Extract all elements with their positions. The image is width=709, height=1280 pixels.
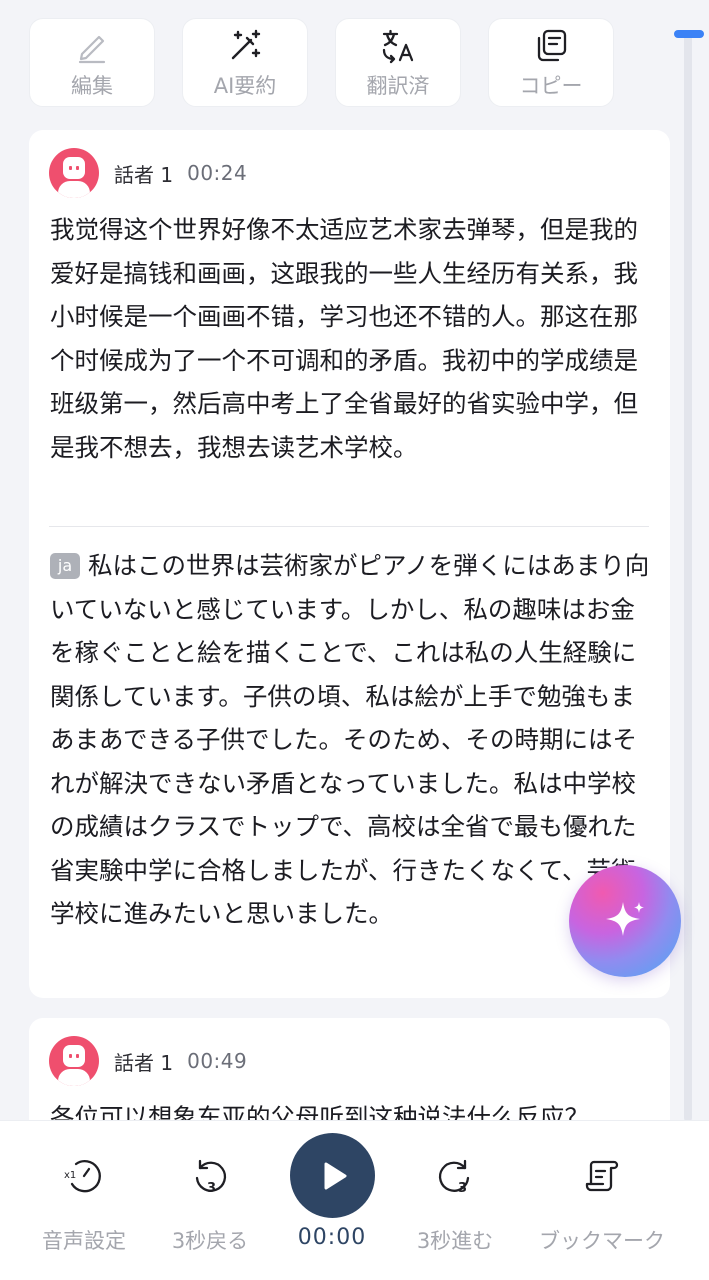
- bookmark-scroll-icon: [585, 1160, 619, 1192]
- svg-text:x1: x1: [64, 1170, 76, 1181]
- translate-icon: [382, 29, 414, 63]
- avatar: [49, 148, 99, 198]
- ai-assistant-button[interactable]: [569, 865, 681, 977]
- rewind-3s-label: 3秒戻る: [171, 1229, 249, 1253]
- rewind-3s-icon: 3: [195, 1159, 227, 1196]
- scrollbar-track[interactable]: [684, 32, 692, 1122]
- sparkle-icon: [606, 902, 644, 936]
- play-icon: [324, 1162, 346, 1189]
- copy-label: コピー: [519, 73, 583, 98]
- playback-speed-icon: x1: [64, 1160, 101, 1193]
- segment-timestamp[interactable]: 00:49: [187, 1049, 247, 1073]
- translation-text: 私はこの世界は芸術家がピアノを弾くにはあまり向いていないと感じています。しかし、…: [50, 551, 650, 928]
- segment-timestamp[interactable]: 00:24: [187, 161, 247, 185]
- playback-time: 00:00: [297, 1225, 367, 1250]
- transcript-segment[interactable]: 話者 1 00:24 我觉得这个世界好像不太适应艺术家去弹琴，但是我的爱好是搞钱…: [29, 130, 670, 998]
- avatar: [49, 1036, 99, 1086]
- edit-label: 編集: [71, 73, 113, 98]
- language-tag: ja: [50, 553, 80, 579]
- bookmark-button[interactable]: [582, 1156, 622, 1196]
- speaker-row: 話者 1 00:24: [49, 148, 247, 198]
- copy-button[interactable]: コピー: [488, 18, 614, 107]
- svg-text:3: 3: [207, 1181, 216, 1196]
- magic-wand-icon: [231, 29, 261, 59]
- forward-3s-icon: 3: [438, 1159, 470, 1196]
- copy-icon: [537, 29, 567, 61]
- forward-3s-button[interactable]: 3: [435, 1156, 475, 1196]
- pencil-icon: [78, 35, 106, 63]
- rewind-3s-button[interactable]: 3: [190, 1156, 230, 1196]
- scrollbar-thumb[interactable]: [674, 30, 704, 38]
- speaker-row: 話者 1 00:49: [49, 1036, 247, 1086]
- ai-summary-button[interactable]: AI要約: [182, 18, 308, 107]
- speaker-name: 話者 1: [114, 1050, 174, 1075]
- svg-text:3: 3: [458, 1181, 467, 1196]
- ai-summary-label: AI要約: [213, 73, 277, 98]
- speaker-name: 話者 1: [114, 162, 174, 187]
- forward-3s-label: 3秒進む: [416, 1229, 494, 1253]
- bookmark-label: ブックマーク: [539, 1229, 665, 1253]
- edit-button[interactable]: 編集: [29, 18, 155, 107]
- audio-settings-label: 音声設定: [42, 1229, 126, 1253]
- transcript-text: 我觉得这个世界好像不太适应艺术家去弹琴，但是我的爱好是搞钱和画画，这跟我的一些人…: [50, 215, 638, 462]
- translation-text-block: ja 私はこの世界は芸術家がピアノを弾くにはあまり向いていないと感じています。しか…: [50, 544, 650, 936]
- translate-button[interactable]: 翻訳済: [335, 18, 461, 107]
- play-button[interactable]: [290, 1133, 375, 1218]
- divider: [49, 526, 649, 527]
- transcript-toolbar: 編集 AI要約 翻訳済 コピー: [29, 18, 614, 107]
- translated-label: 翻訳済: [366, 73, 430, 98]
- audio-settings-button[interactable]: x1: [64, 1156, 104, 1196]
